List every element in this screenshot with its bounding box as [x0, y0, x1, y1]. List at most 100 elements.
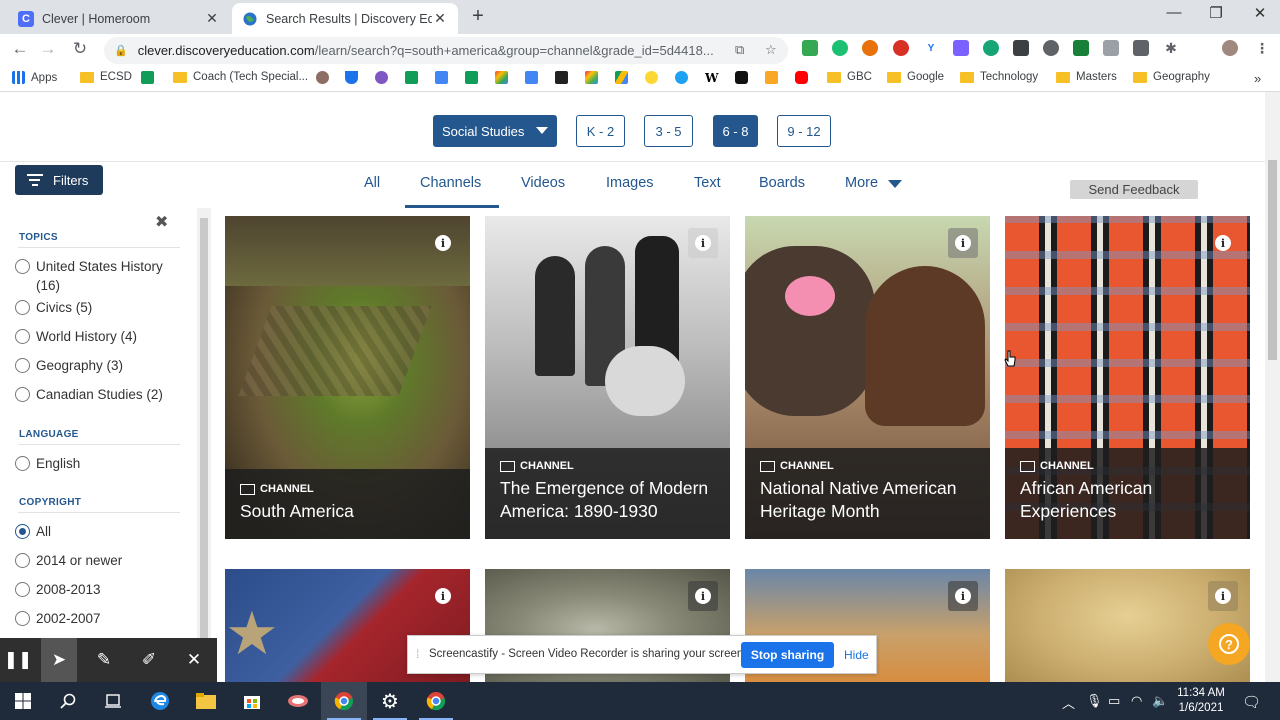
topic-option[interactable]: Civics (5) — [15, 298, 185, 317]
bookmark-icon-shortcut[interactable] — [645, 71, 664, 84]
settings-gear-icon[interactable]: ⚙ — [367, 682, 413, 720]
extension-icon[interactable] — [1043, 40, 1059, 56]
extension-icon[interactable] — [1013, 40, 1029, 56]
bookmarks-overflow-icon[interactable]: » — [1254, 71, 1261, 86]
info-button[interactable]: i — [1208, 581, 1238, 611]
task-view-icon[interactable] — [90, 682, 136, 720]
grade-9-12-button[interactable]: 9 - 12 — [777, 115, 831, 147]
scrollbar-thumb[interactable] — [1268, 160, 1277, 360]
bookmark-icon-shortcut[interactable] — [735, 71, 754, 84]
bookmark-icon-shortcut[interactable] — [675, 71, 694, 84]
tab-all[interactable]: All — [364, 175, 380, 191]
windows-start-icon[interactable] — [0, 682, 46, 720]
minimize-icon[interactable]: — — [1154, 4, 1194, 21]
tab-images[interactable]: Images — [606, 175, 654, 191]
extension-icon[interactable] — [983, 40, 999, 56]
bookmark-icon-shortcut[interactable] — [495, 71, 514, 84]
cursor-tool-icon[interactable]: ➤ — [41, 638, 77, 682]
bookmark-apps[interactable]: Apps — [12, 71, 57, 84]
bookmark-icon-shortcut[interactable] — [316, 71, 335, 84]
copyright-option[interactable]: 2002-2007 — [15, 609, 185, 628]
bookmark-icon-shortcut[interactable] — [555, 71, 574, 84]
scrollbar-thumb[interactable] — [200, 218, 208, 638]
extension-icon[interactable] — [1133, 40, 1149, 56]
hide-button[interactable]: Hide — [844, 648, 869, 662]
copyright-option[interactable]: 2014 or newer — [15, 551, 185, 570]
bookmark-icon-shortcut[interactable] — [795, 71, 814, 84]
bookmark-icon-shortcut[interactable] — [765, 71, 784, 84]
store-icon[interactable] — [229, 682, 275, 720]
profile-avatar[interactable] — [1222, 40, 1238, 56]
close-filters-icon[interactable]: ✖ — [155, 212, 168, 232]
filters-button[interactable]: Filters — [15, 165, 103, 195]
info-button[interactable]: i — [948, 228, 978, 258]
extension-icon[interactable] — [953, 40, 969, 56]
extension-icon[interactable] — [862, 40, 878, 56]
highlighter-icon[interactable]: ✐ — [131, 638, 167, 682]
close-tab-icon[interactable]: ✕ — [204, 10, 220, 27]
info-button[interactable]: i — [428, 228, 458, 258]
browser-tab-discovery[interactable]: Search Results | Discovery Educat ✕ — [232, 3, 458, 34]
forward-arrow-icon[interactable]: → — [38, 39, 58, 59]
translate-icon[interactable]: ⧉ — [735, 42, 744, 58]
copyright-option-selected[interactable]: All — [15, 522, 185, 541]
system-clock[interactable]: 11:34 AM 1/6/2021 — [1172, 686, 1230, 716]
extension-icon[interactable] — [1103, 40, 1119, 56]
copyright-option[interactable]: 2008-2013 — [15, 580, 185, 599]
new-tab-button[interactable]: + — [468, 5, 488, 28]
chrome-taskbar-icon[interactable] — [321, 682, 367, 720]
info-button[interactable]: i — [688, 581, 718, 611]
info-button[interactable]: i — [688, 228, 718, 258]
bookmark-icon-shortcut[interactable] — [435, 71, 454, 84]
bookmark-coach[interactable]: Coach (Tech Special... — [173, 71, 308, 83]
bookmark-icon-shortcut[interactable]: W — [705, 71, 724, 85]
extension-icon[interactable] — [832, 40, 848, 56]
browser-tab-clever[interactable]: C Clever | Homeroom ✕ — [8, 3, 230, 34]
bookmark-star-icon[interactable]: ☆ — [765, 42, 777, 58]
close-icon[interactable]: ✕ — [176, 638, 212, 682]
extension-icon[interactable] — [802, 40, 818, 56]
sidebar-scrollbar[interactable] — [197, 208, 211, 682]
close-window-icon[interactable]: ✕ — [1240, 4, 1280, 22]
channel-card[interactable]: i CHANNEL The Emergence of Modern Americ… — [485, 216, 730, 539]
bookmark-icon-shortcut[interactable] — [615, 71, 634, 84]
topic-option[interactable]: Geography (3) — [15, 356, 185, 375]
browser-menu-icon[interactable]: ⋮ — [1254, 40, 1270, 56]
back-arrow-icon[interactable]: ← — [10, 39, 30, 59]
battery-icon[interactable]: ▭ — [1108, 693, 1120, 709]
edge-browser-icon[interactable] — [137, 682, 183, 720]
address-bar[interactable]: 🔒 clever.discoveryeducation.com/learn/se… — [104, 37, 788, 64]
bookmark-icon-shortcut[interactable] — [465, 71, 484, 84]
tab-channels[interactable]: Channels — [420, 175, 481, 191]
pause-icon[interactable]: ❚❚ — [0, 638, 36, 682]
search-icon[interactable] — [45, 682, 91, 720]
volume-icon[interactable]: 🔈 — [1152, 693, 1168, 709]
info-button[interactable]: i — [428, 581, 458, 611]
tab-videos[interactable]: Videos — [521, 175, 565, 191]
maximize-icon[interactable]: ❐ — [1196, 4, 1236, 22]
grade-3-5-button[interactable]: 3 - 5 — [644, 115, 693, 147]
channel-card[interactable]: i CHANNEL National Native American Herit… — [745, 216, 990, 539]
bookmark-icon-shortcut[interactable] — [375, 71, 394, 84]
info-button[interactable]: i — [948, 581, 978, 611]
stop-sharing-button[interactable]: Stop sharing — [741, 642, 834, 668]
bookmark-icon-shortcut[interactable] — [345, 71, 364, 84]
bookmark-sheets[interactable] — [141, 71, 160, 84]
tray-chevron-icon[interactable]: ︿ — [1062, 693, 1075, 712]
send-feedback-button[interactable]: Send Feedback — [1070, 180, 1198, 199]
topic-option[interactable]: Canadian Studies (2) — [15, 385, 185, 404]
subject-dropdown[interactable]: Social Studies — [433, 115, 557, 147]
wifi-icon[interactable]: ◠ — [1131, 693, 1142, 709]
pen-icon[interactable]: ✎ — [86, 638, 122, 682]
notifications-icon[interactable]: 🗨 — [1242, 693, 1261, 711]
bookmark-google[interactable]: Google — [887, 71, 944, 83]
file-explorer-icon[interactable] — [183, 682, 229, 720]
channel-card[interactable]: i CHANNEL African American Experiences — [1005, 216, 1250, 539]
extension-icon[interactable] — [893, 40, 909, 56]
topic-option[interactable]: World History (4) — [15, 327, 185, 346]
drag-handle-icon[interactable]: ⁞ — [416, 647, 419, 661]
page-scrollbar[interactable] — [1265, 92, 1280, 682]
app-icon[interactable] — [275, 682, 321, 720]
tab-more[interactable]: More — [845, 175, 878, 191]
chrome-taskbar-icon[interactable] — [413, 682, 459, 720]
